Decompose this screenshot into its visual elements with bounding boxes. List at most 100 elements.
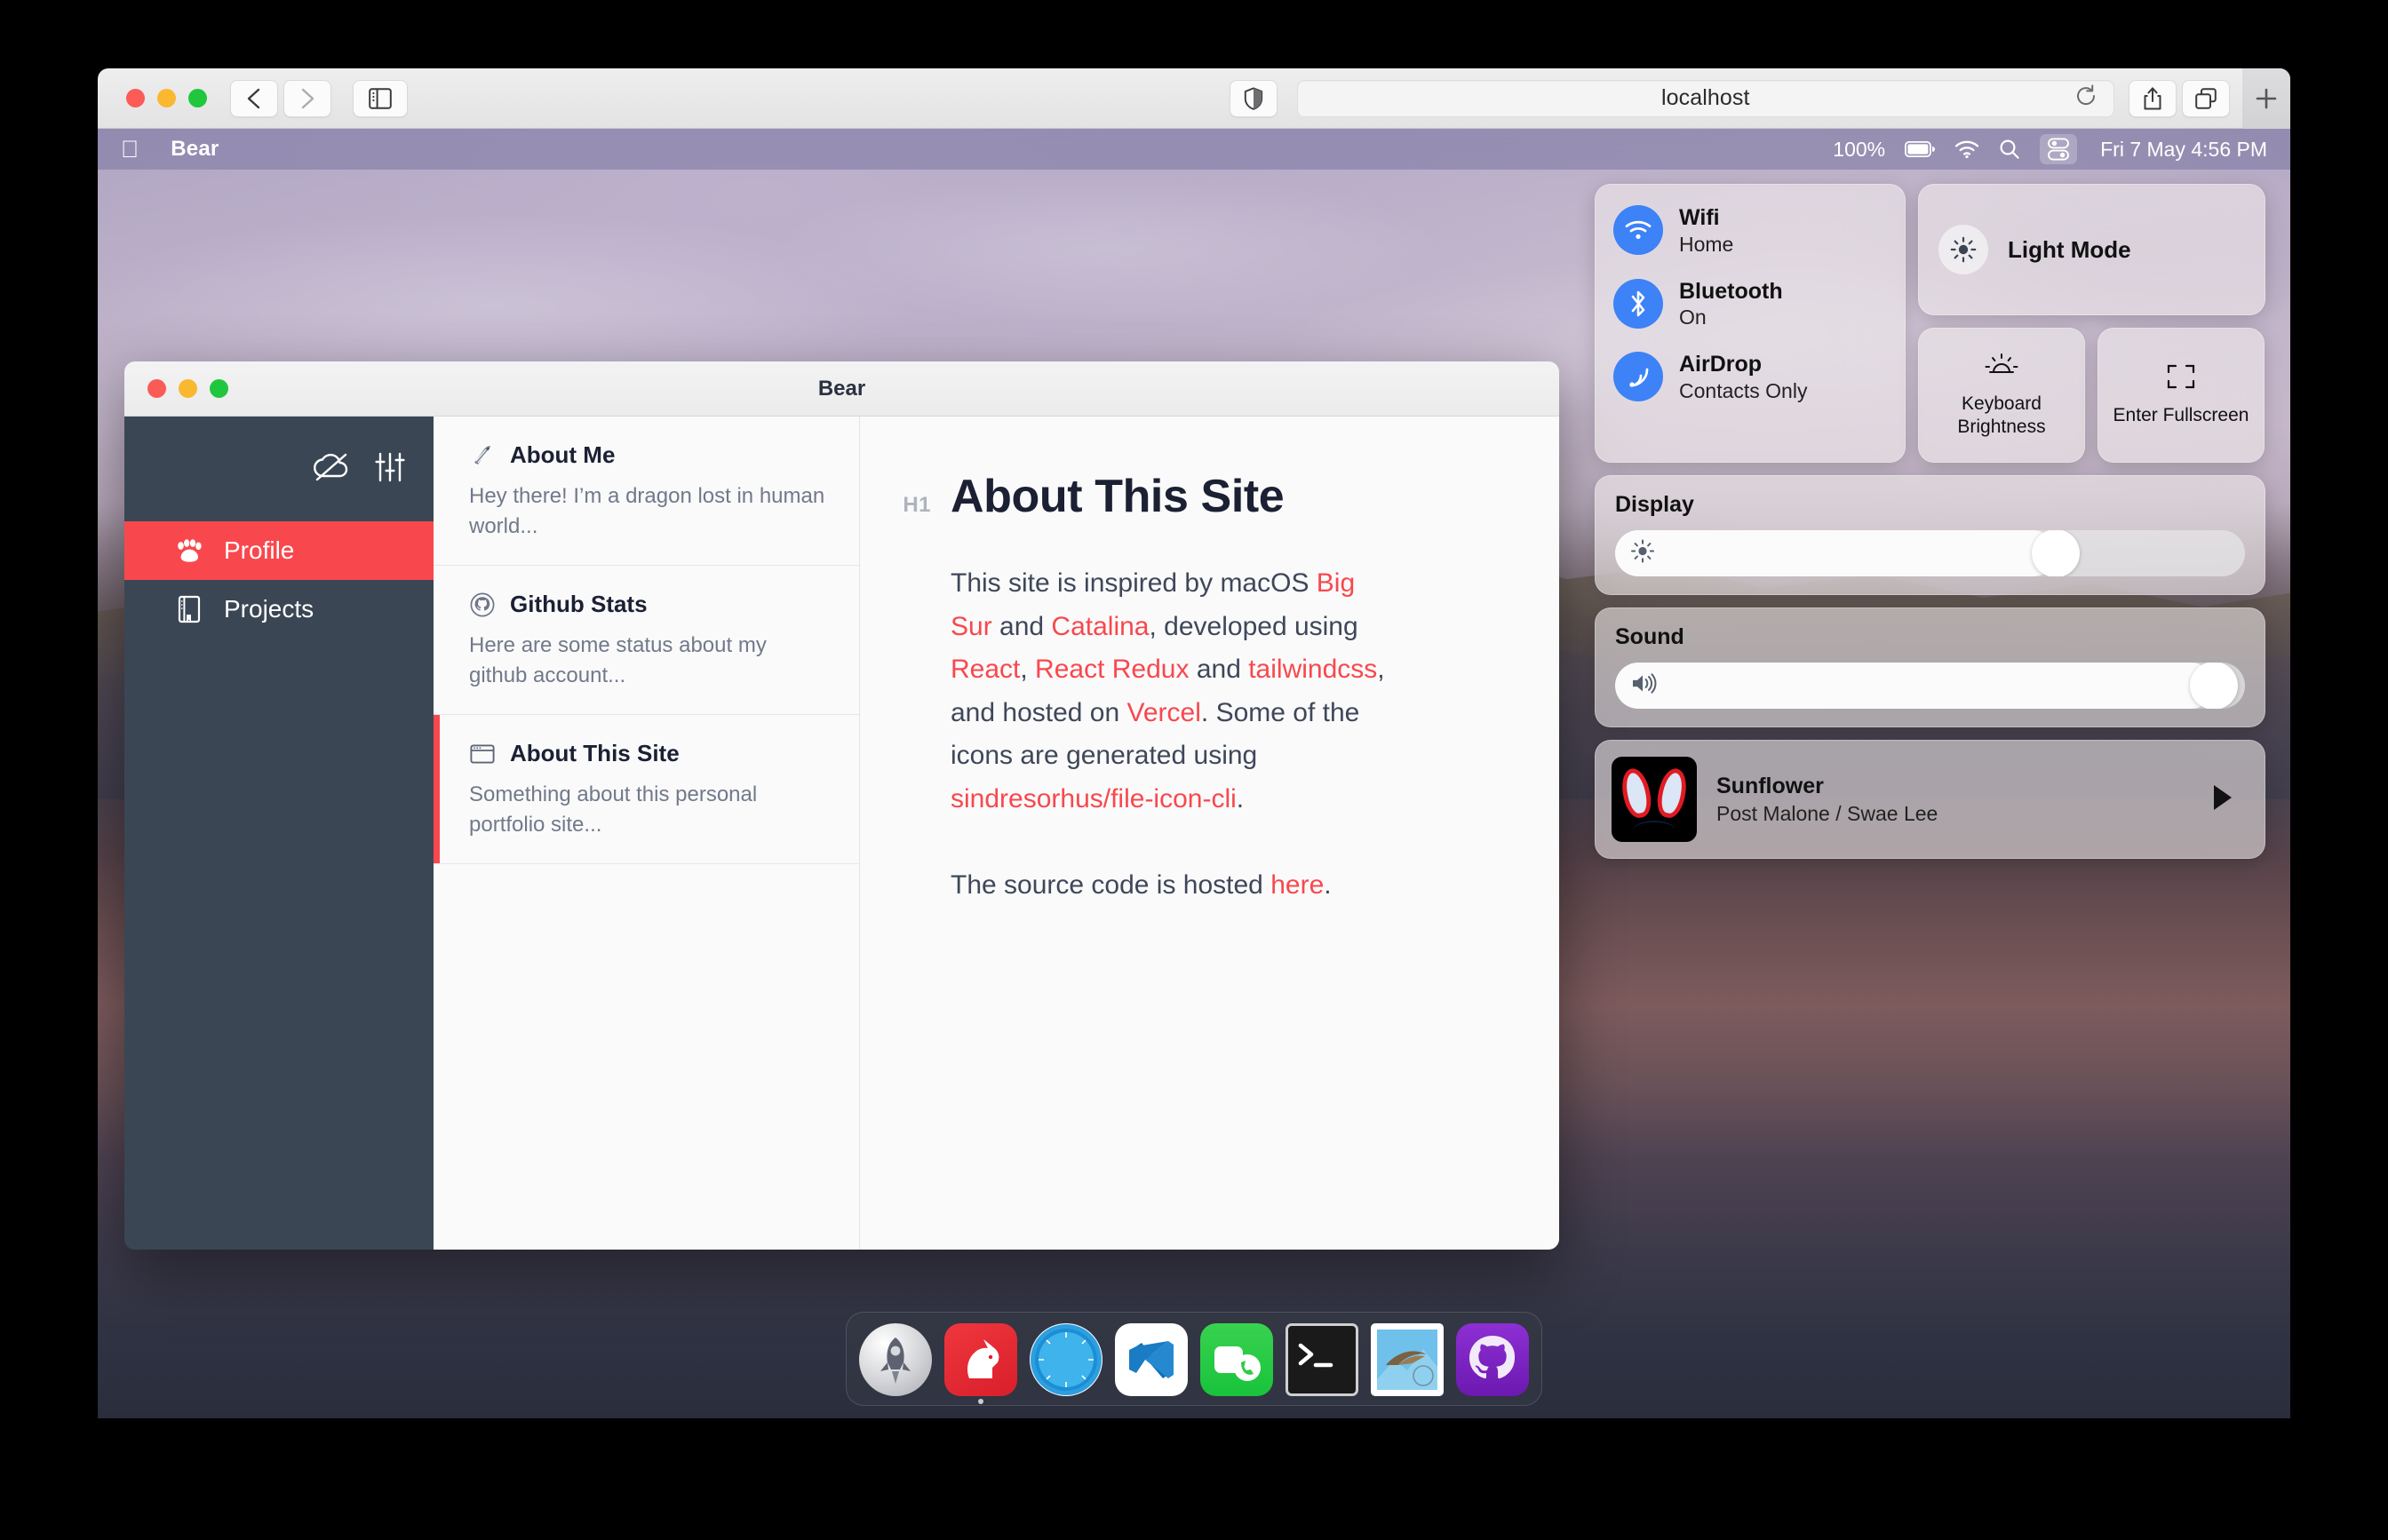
editor-text: , developed using bbox=[1150, 612, 1358, 641]
display-brightness-slider[interactable] bbox=[1615, 530, 2245, 576]
appearance-label: Light Mode bbox=[2008, 236, 2131, 264]
toggle-bluetooth-labels: Bluetooth On bbox=[1679, 278, 1783, 330]
bear-sidebar-tools bbox=[124, 417, 434, 521]
privacy-report-button[interactable] bbox=[1230, 80, 1278, 117]
dock-item-bear[interactable] bbox=[944, 1323, 1017, 1396]
editor-text: The source code is hosted bbox=[951, 870, 1270, 900]
album-art-eye-right bbox=[1654, 766, 1691, 820]
keyboard-brightness-icon bbox=[1983, 353, 2020, 382]
editor-link[interactable]: tailwindcss bbox=[1248, 655, 1377, 684]
search-icon[interactable] bbox=[1999, 139, 2020, 160]
note-list-item-about-me[interactable]: About Me Hey there! I’m a dragon lost in… bbox=[434, 417, 859, 566]
toggle-wifi[interactable]: Wifi Home bbox=[1613, 204, 1887, 257]
reload-icon[interactable] bbox=[2074, 84, 2097, 112]
window-icon bbox=[469, 743, 496, 765]
editor-heading-row: H1 About This Site bbox=[890, 470, 1497, 523]
display-slider-knob[interactable] bbox=[2032, 530, 2080, 576]
dock-item-vscode[interactable] bbox=[1115, 1323, 1188, 1396]
battery-icon[interactable] bbox=[1905, 141, 1935, 157]
toggle-airdrop[interactable]: AirDrop Contacts Only bbox=[1613, 351, 1887, 403]
back-button[interactable] bbox=[230, 80, 278, 117]
close-window-button[interactable] bbox=[126, 89, 145, 107]
maximize-window-button[interactable] bbox=[188, 89, 207, 107]
dock-item-safari[interactable] bbox=[1030, 1323, 1102, 1396]
editor-link[interactable]: sindresorhus/file-icon-cli bbox=[951, 784, 1237, 814]
dock-item-github[interactable] bbox=[1456, 1323, 1529, 1396]
vscode-icon bbox=[1115, 1323, 1188, 1396]
desktop:  Bear 100% bbox=[98, 129, 2290, 1418]
dock-item-facetime[interactable] bbox=[1200, 1323, 1273, 1396]
editor-text: . bbox=[1324, 870, 1331, 900]
sliders-icon[interactable] bbox=[375, 452, 405, 487]
play-icon[interactable] bbox=[2211, 783, 2234, 816]
speaker-icon bbox=[1630, 672, 1657, 700]
song-title: Sunflower bbox=[1716, 774, 1938, 799]
launchpad-icon bbox=[859, 1323, 932, 1396]
note-list-item-about-this-site[interactable]: About This Site Something about this per… bbox=[434, 715, 859, 864]
editor-text: and bbox=[992, 612, 1052, 641]
github-icon bbox=[1456, 1323, 1529, 1396]
bear-editor[interactable]: H1 About This Site This site is inspired… bbox=[860, 417, 1559, 1250]
wifi-icon[interactable] bbox=[1954, 140, 1979, 158]
control-center-icon[interactable] bbox=[2040, 134, 2077, 164]
sidebar-item-profile[interactable]: Profile bbox=[124, 521, 434, 580]
dragon-icon bbox=[469, 443, 496, 468]
toggle-airdrop-subtitle: Contacts Only bbox=[1679, 378, 1807, 403]
control-center-right-column: Light Mode bbox=[1918, 184, 2265, 463]
control-center-panel: Wifi Home Bluetooth On bbox=[1595, 184, 2265, 859]
safari-window: localhost bbox=[98, 68, 2290, 1418]
bear-sidebar: Profile bbox=[124, 417, 434, 1250]
bluetooth-icon bbox=[1613, 279, 1663, 329]
editor-heading: About This Site bbox=[951, 470, 1284, 523]
github-icon bbox=[469, 592, 496, 617]
editor-link[interactable]: Vercel bbox=[1127, 698, 1201, 727]
editor-text: . bbox=[1237, 784, 1244, 814]
album-art bbox=[1612, 757, 1697, 842]
sound-panel: Sound bbox=[1595, 607, 2265, 727]
sidebar-toggle-button[interactable] bbox=[353, 80, 408, 117]
editor-link[interactable]: Catalina bbox=[1051, 612, 1149, 641]
editor-link[interactable]: React bbox=[951, 655, 1020, 684]
editor-link[interactable]: React Redux bbox=[1035, 655, 1189, 684]
menubar-clock[interactable]: Fri 7 May 4:56 PM bbox=[2100, 138, 2267, 162]
album-art-eye-left bbox=[1619, 766, 1655, 820]
dock bbox=[846, 1312, 1542, 1406]
enter-fullscreen-button[interactable]: Enter Fullscreen bbox=[2097, 328, 2265, 463]
dock-item-launchpad[interactable] bbox=[859, 1323, 932, 1396]
mail-icon bbox=[1371, 1323, 1444, 1396]
dock-item-terminal[interactable] bbox=[1286, 1323, 1358, 1396]
new-tab-button[interactable] bbox=[2242, 68, 2290, 129]
toggle-wifi-subtitle: Home bbox=[1679, 232, 1733, 257]
control-center-top-row: Wifi Home Bluetooth On bbox=[1595, 184, 2265, 463]
toggle-wifi-labels: Wifi Home bbox=[1679, 204, 1733, 257]
editor-paragraph-2: The source code is hosted here. bbox=[951, 864, 1395, 908]
menubar-app-name[interactable]: Bear bbox=[171, 137, 219, 162]
toggle-bluetooth[interactable]: Bluetooth On bbox=[1613, 278, 1887, 330]
facetime-icon bbox=[1200, 1323, 1273, 1396]
dock-item-mail[interactable] bbox=[1371, 1323, 1444, 1396]
note-header: Github Stats bbox=[469, 591, 829, 618]
apple-logo-icon[interactable]:  bbox=[121, 138, 139, 162]
now-playing-text: Sunflower Post Malone / Swae Lee bbox=[1716, 774, 1938, 826]
now-playing-panel: Sunflower Post Malone / Swae Lee bbox=[1595, 740, 2265, 859]
minimize-window-button[interactable] bbox=[157, 89, 176, 107]
toggle-bluetooth-subtitle: On bbox=[1679, 305, 1783, 329]
terminal-icon bbox=[1286, 1323, 1358, 1396]
address-bar[interactable]: localhost bbox=[1297, 80, 2115, 117]
cloud-off-icon[interactable] bbox=[313, 452, 350, 487]
forward-button[interactable] bbox=[283, 80, 331, 117]
sidebar-item-projects[interactable]: Projects bbox=[124, 580, 434, 639]
tab-overview-button[interactable] bbox=[2182, 80, 2230, 117]
album-art-mask-line bbox=[1633, 821, 1676, 840]
note-list-item-github-stats[interactable]: Github Stats Here are some status about … bbox=[434, 566, 859, 715]
sound-volume-slider[interactable] bbox=[1615, 663, 2245, 709]
share-button[interactable] bbox=[2129, 80, 2177, 117]
display-panel: Display bbox=[1595, 475, 2265, 595]
sound-slider-knob[interactable] bbox=[2190, 663, 2238, 709]
keyboard-brightness-button[interactable]: Keyboard Brightness bbox=[1918, 328, 2085, 463]
bear-titlebar: Bear bbox=[124, 361, 1559, 417]
editor-link[interactable]: here bbox=[1270, 870, 1324, 900]
safari-icon bbox=[1030, 1323, 1102, 1396]
sound-slider-fill bbox=[1615, 663, 2214, 709]
appearance-toggle[interactable]: Light Mode bbox=[1918, 184, 2265, 315]
